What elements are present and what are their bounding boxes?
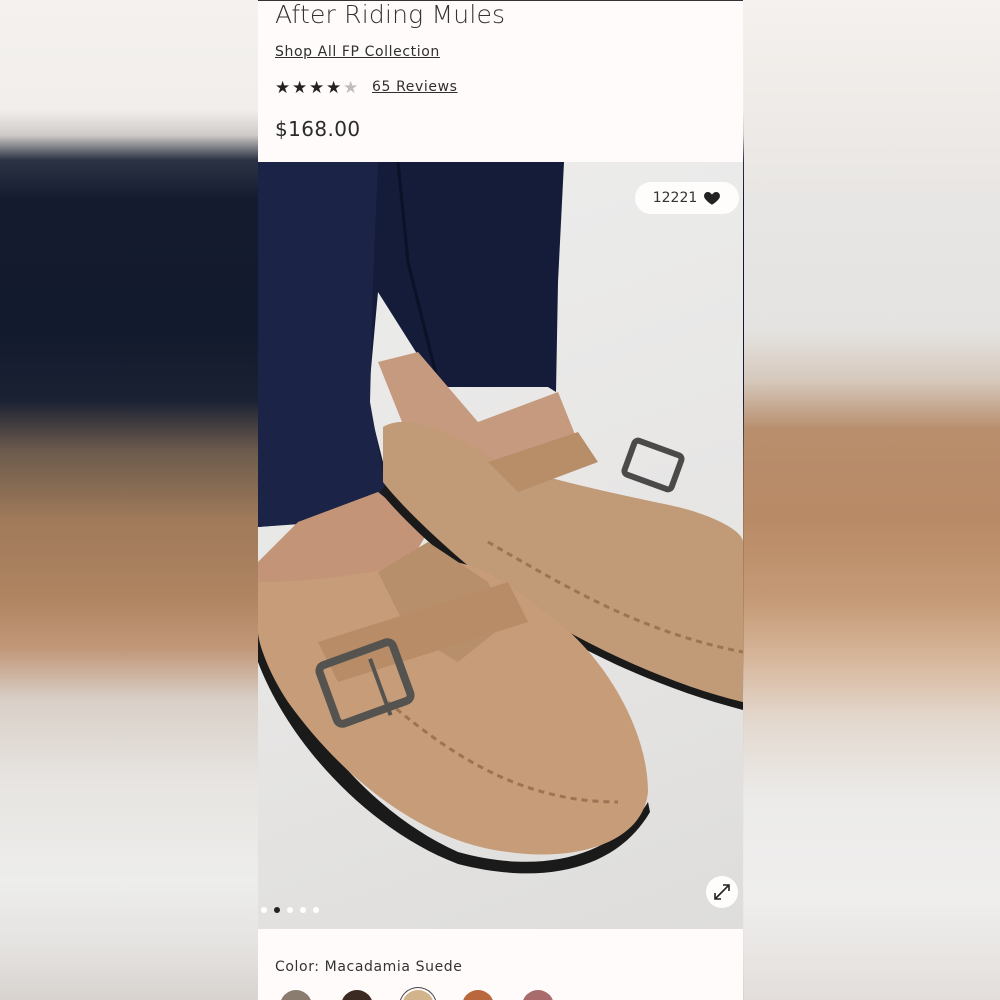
star-empty-icon: ★ [343,78,359,98]
color-swatch[interactable] [462,990,494,1000]
color-swatch-selected[interactable] [402,990,434,1000]
heart-icon [704,192,721,205]
star-icon: ★ [326,78,342,98]
color-swatch[interactable] [522,990,554,1000]
carousel-dot[interactable] [287,907,293,913]
expand-icon [714,884,730,900]
carousel-dot[interactable] [300,907,306,913]
carousel-dot-active[interactable] [274,907,280,913]
star-icon: ★ [292,78,308,98]
carousel-dots [261,907,319,913]
carousel-dot[interactable] [261,907,267,913]
like-button[interactable]: 12221 [635,182,739,214]
background-right [744,0,1000,1000]
like-count: 12221 [652,190,698,206]
product-title: After Riding Mules [275,0,506,29]
product-price: $168.00 [275,117,361,141]
star-icon: ★ [309,78,325,98]
shop-collection-link[interactable]: Shop All FP Collection [275,44,440,60]
mule-shoe-photo [258,162,743,874]
carousel-dot[interactable] [313,907,319,913]
product-page: After Riding Mules Shop All FP Collectio… [258,0,743,1000]
color-swatch[interactable] [280,990,312,1000]
expand-button[interactable] [706,876,738,908]
star-rating[interactable]: ★ ★ ★ ★ ★ [275,78,360,98]
color-swatch[interactable] [341,990,373,1000]
star-icon: ★ [275,78,291,98]
color-label: Color: Macadamia Suede [275,959,463,975]
reviews-link[interactable]: 65 Reviews [372,79,458,95]
product-image[interactable]: 12221 [258,162,743,929]
